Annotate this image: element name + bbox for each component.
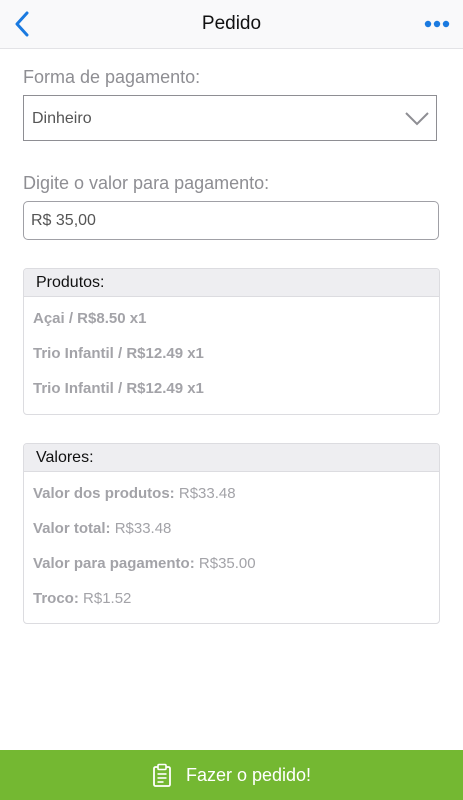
value-amount: R$35.00 bbox=[198, 555, 256, 572]
value-amount: R$33.48 bbox=[114, 520, 172, 537]
value-amount: R$1.52 bbox=[83, 590, 132, 607]
payment-method-label: Forma de pagamento: bbox=[23, 67, 201, 87]
value-label: Troco: bbox=[33, 590, 79, 607]
value-label: Valor para pagamento: bbox=[33, 555, 195, 572]
payment-method-select[interactable]: Dinheiro bbox=[23, 95, 437, 141]
list-item: Troco: R$1.52 bbox=[24, 586, 439, 621]
clipboard-icon bbox=[153, 763, 171, 787]
list-item: Valor para pagamento: R$35.00 bbox=[24, 551, 439, 586]
navigation-bar: Pedido bbox=[0, 0, 463, 49]
values-card-title: Valores: bbox=[24, 444, 439, 472]
more-button[interactable] bbox=[423, 14, 451, 34]
place-order-button[interactable]: Fazer o pedido! bbox=[0, 750, 463, 800]
list-item: Trio Infantil / R$12.49 x1 bbox=[33, 380, 204, 397]
place-order-label: Fazer o pedido! bbox=[185, 764, 312, 785]
values-card: Valores: Valor dos produtos: R$33.48 Val… bbox=[23, 443, 440, 624]
products-card-title: Produtos: bbox=[24, 269, 439, 297]
list-item: Valor total: R$33.48 bbox=[24, 516, 439, 551]
page-title: Pedido bbox=[201, 13, 262, 34]
chevron-down-icon bbox=[405, 112, 429, 126]
products-card: Produtos: Açai / R$8.50 x1 Trio Infantil… bbox=[23, 268, 440, 415]
list-item: Valor dos produtos: R$33.48 bbox=[24, 481, 439, 516]
value-label: Valor total: bbox=[33, 520, 111, 537]
value-label: Valor dos produtos: bbox=[33, 485, 175, 502]
payment-amount-input[interactable] bbox=[23, 201, 439, 240]
payment-method-value: Dinheiro bbox=[32, 110, 92, 127]
list-item: Trio Infantil / R$12.49 x1 bbox=[33, 345, 204, 362]
more-horizontal-icon bbox=[424, 20, 450, 28]
list-item: Açai / R$8.50 x1 bbox=[33, 310, 147, 327]
payment-amount-label: Digite o valor para pagamento: bbox=[23, 173, 270, 193]
value-amount: R$33.48 bbox=[178, 485, 236, 502]
